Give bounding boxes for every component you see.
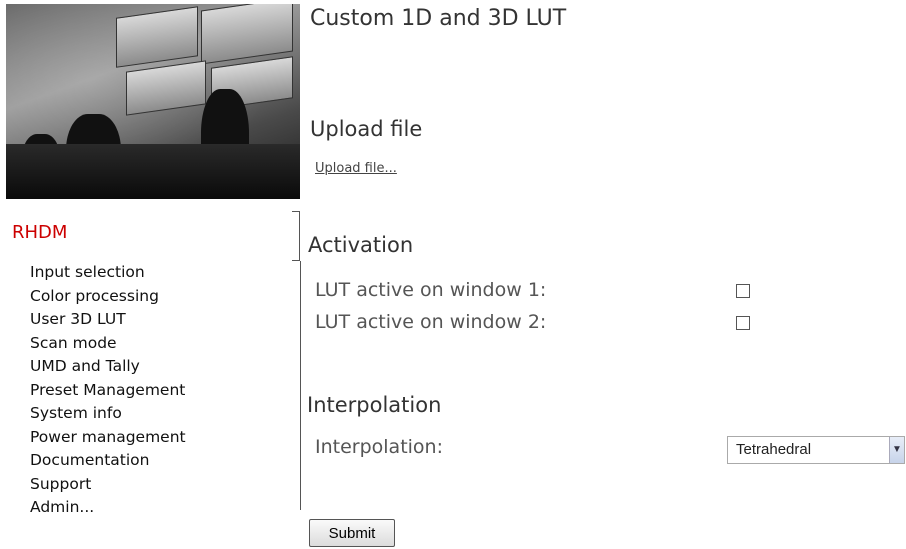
- sidebar-divider: [300, 261, 301, 510]
- sidebar-nav: Input selection Color processing User 3D…: [30, 261, 186, 520]
- sidebar-item-system-info[interactable]: System info: [30, 402, 186, 426]
- sidebar-item-power-management[interactable]: Power management: [30, 426, 186, 450]
- sidebar-item-support[interactable]: Support: [30, 473, 186, 497]
- interpolation-select[interactable]: Tetrahedral ▼: [727, 436, 905, 464]
- sidebar-item-user-3d-lut[interactable]: User 3D LUT: [30, 308, 186, 332]
- sidebar-item-admin[interactable]: Admin...: [30, 496, 186, 520]
- window-2-checkbox[interactable]: [736, 316, 750, 330]
- sidebar-item-umd-and-tally[interactable]: UMD and Tally: [30, 355, 186, 379]
- submit-button[interactable]: Submit: [309, 519, 395, 547]
- activation-heading: Activation: [308, 233, 414, 257]
- sidebar-item-input-selection[interactable]: Input selection: [30, 261, 186, 285]
- sidebar-title: RHDM: [12, 222, 68, 243]
- sidebar-item-scan-mode[interactable]: Scan mode: [30, 332, 186, 356]
- interpolation-label: Interpolation:: [315, 436, 443, 458]
- sidebar-item-preset-management[interactable]: Preset Management: [30, 379, 186, 403]
- window-1-label: LUT active on window 1:: [315, 279, 547, 301]
- sidebar-item-documentation[interactable]: Documentation: [30, 449, 186, 473]
- interpolation-heading: Interpolation: [307, 393, 442, 417]
- header-photo: [6, 4, 300, 199]
- window-2-label: LUT active on window 2:: [315, 311, 547, 333]
- upload-file-link[interactable]: Upload file...: [315, 161, 397, 176]
- chevron-down-icon[interactable]: ▼: [889, 437, 904, 463]
- page-title: Custom 1D and 3D LUT: [310, 6, 567, 31]
- window-1-checkbox[interactable]: [736, 284, 750, 298]
- sidebar-divider-bracket: [292, 211, 300, 261]
- upload-heading: Upload file: [310, 117, 423, 141]
- sidebar-item-color-processing[interactable]: Color processing: [30, 285, 186, 309]
- interpolation-selected-value: Tetrahedral: [736, 441, 812, 458]
